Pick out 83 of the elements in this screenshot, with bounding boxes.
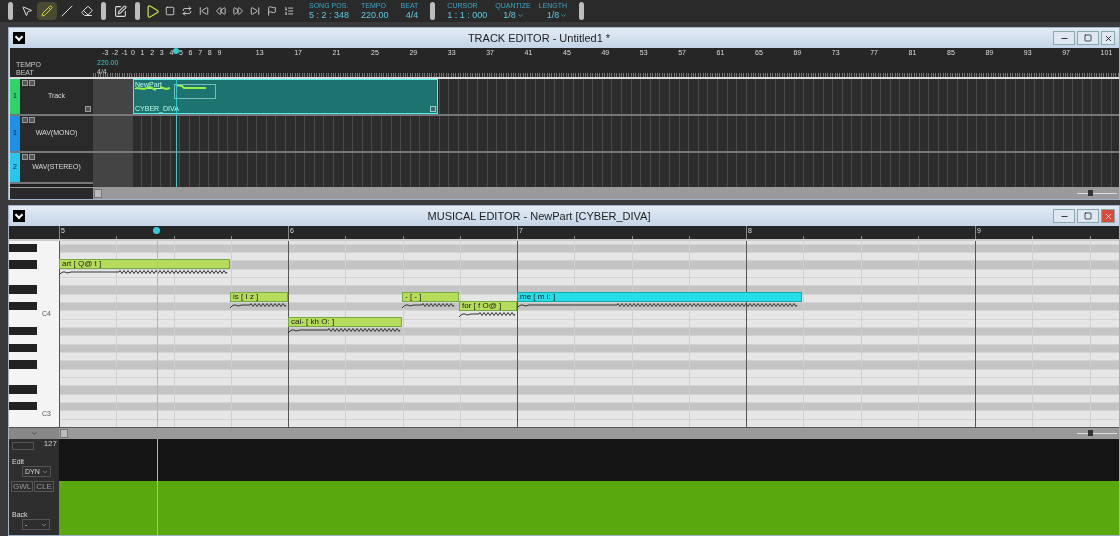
note-lyric: is [ I z ] — [233, 293, 259, 302]
toolbar-grip — [579, 2, 585, 20]
skip-back-icon — [198, 6, 209, 16]
part-settings-toggle[interactable] — [430, 106, 436, 112]
pencil-icon — [41, 5, 53, 17]
numbered-list-icon — [283, 6, 294, 16]
toolbar-grip — [135, 2, 140, 20]
close-button[interactable] — [1101, 31, 1115, 45]
zoom-slider[interactable] — [1077, 190, 1117, 197]
solo-toggle[interactable] — [29, 154, 35, 160]
track-settings-toggle[interactable] — [85, 106, 91, 112]
window-title: MUSICAL EDITOR - NewPart [CYBER_DIVA] — [426, 208, 652, 224]
maximize-icon — [1084, 34, 1092, 42]
vibrato-line — [230, 302, 288, 311]
app-logo-icon — [13, 32, 25, 44]
rewind-icon — [215, 6, 226, 16]
playhead-marker[interactable] — [173, 48, 179, 54]
toolbar-grip — [8, 2, 13, 20]
eraser-icon — [81, 5, 93, 17]
caret-icon — [41, 468, 48, 475]
flag-icon — [266, 6, 277, 16]
note-block[interactable]: for [ f O@ ] — [459, 300, 517, 311]
skip-forward-icon — [249, 6, 260, 16]
note-lyric: for [ f O@ ] — [462, 301, 502, 310]
sharp-key[interactable] — [9, 302, 37, 311]
playhead-marker[interactable] — [153, 227, 160, 234]
sharp-key[interactable] — [9, 243, 37, 253]
dropdown[interactable]: 1/8 — [503, 11, 531, 20]
note-block[interactable]: cal- [ kh O: ] — [288, 317, 402, 328]
minimize-button[interactable] — [1053, 209, 1075, 223]
zoom-thumb[interactable] — [1087, 190, 1093, 196]
solo-toggle[interactable] — [29, 80, 35, 86]
zoom-slider[interactable] — [1077, 430, 1117, 437]
dropdown[interactable]: 1/8 — [546, 11, 568, 20]
stop-icon — [164, 6, 175, 16]
readout-value: 220.00 — [361, 11, 389, 20]
maximize-icon — [1084, 212, 1092, 220]
readout-value: 4/4 — [405, 11, 419, 20]
caret-icon — [516, 12, 524, 19]
line-icon — [61, 5, 73, 17]
sharp-key[interactable] — [9, 402, 37, 411]
curve-tool-button[interactable]: GWL — [11, 481, 34, 492]
note-block[interactable]: - [ - ] — [402, 292, 459, 303]
fast-forward-icon — [232, 6, 243, 16]
value-field[interactable] — [12, 442, 34, 450]
loop-icon — [181, 6, 192, 16]
close-icon — [1103, 33, 1113, 43]
note-lyric: cal- [ kh O: ] — [291, 318, 335, 327]
caret-icon — [41, 521, 47, 528]
zoom-thumb[interactable] — [1087, 430, 1093, 436]
window-title: TRACK EDITOR - Untitled1 * — [466, 30, 612, 46]
note-lyric: - [ - ] — [405, 293, 422, 302]
minimize-button[interactable] — [1053, 31, 1075, 45]
note-block[interactable]: is [ I z ] — [230, 292, 288, 303]
mute-toggle[interactable] — [22, 117, 28, 123]
note-lyric: me [ m i: ] — [520, 293, 556, 302]
sharp-key[interactable] — [9, 327, 37, 336]
caret-icon — [560, 12, 568, 19]
mute-toggle[interactable] — [22, 154, 28, 160]
toolbar-grip — [430, 2, 436, 20]
toolbar-grip — [101, 2, 106, 20]
tool-button[interactable] — [37, 2, 57, 20]
caret-icon — [30, 430, 38, 437]
app-logo-icon — [13, 210, 25, 222]
piano-roll-grid[interactable]: art [ Q@ t ] is [ I z ] cal- [ kh O: ] - [ - ] for [ f O@ ] me [ m i: ] — [59, 241, 1119, 427]
readout-value: 5 : 2 : 348 — [309, 11, 350, 20]
horizontal-scrollbar[interactable] — [59, 428, 1119, 439]
part-selection-outline — [174, 84, 216, 99]
edit-icon[interactable] — [114, 4, 127, 18]
transport-button[interactable] — [144, 2, 161, 20]
max-value: 127 — [43, 440, 57, 448]
mute-toggle[interactable] — [22, 80, 28, 86]
readout-value: 1 : 1 : 000 — [447, 11, 488, 20]
horizontal-scrollbar[interactable] — [93, 188, 1119, 199]
pointer-icon — [21, 5, 33, 17]
curve-tool-button[interactable]: CLE — [34, 481, 54, 492]
note-lyric: art [ Q@ t ] — [62, 260, 102, 269]
note-block[interactable]: art [ Q@ t ] — [59, 259, 230, 270]
play-icon — [145, 3, 160, 19]
sharp-key[interactable] — [9, 343, 37, 353]
note-block[interactable]: me [ m i: ] — [517, 292, 802, 303]
close-icon — [1103, 211, 1113, 221]
solo-toggle[interactable] — [29, 117, 35, 123]
